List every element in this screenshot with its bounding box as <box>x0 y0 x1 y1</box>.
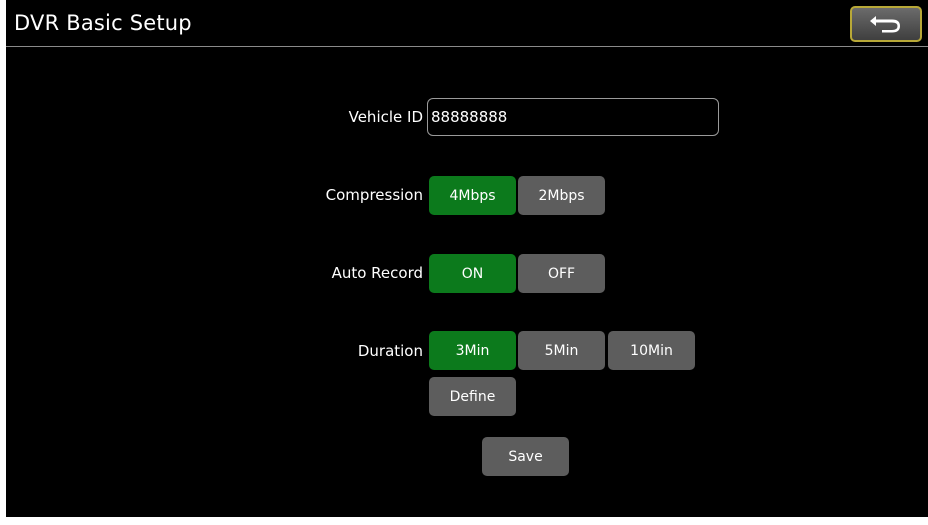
page-title: DVR Basic Setup <box>14 11 192 35</box>
duration-option-define[interactable]: Define <box>429 377 516 416</box>
duration-option-3min[interactable]: 3Min <box>429 331 516 370</box>
vehicle-id-input[interactable]: 88888888 <box>427 98 719 136</box>
compression-option-4mbps[interactable]: 4Mbps <box>429 176 516 215</box>
back-button[interactable] <box>850 6 922 42</box>
duration-label: Duration <box>357 342 423 360</box>
title-bar: DVR Basic Setup <box>6 0 928 47</box>
vehicle-id-label: Vehicle ID <box>348 108 423 126</box>
duration-option-10min[interactable]: 10Min <box>608 331 695 370</box>
dvr-setup-screen: DVR Basic Setup Vehicle ID 88888888 Comp… <box>6 0 928 517</box>
back-arrow-icon <box>870 16 900 33</box>
auto-record-option-off[interactable]: OFF <box>518 254 605 293</box>
auto-record-label: Auto Record <box>331 264 423 282</box>
save-button[interactable]: Save <box>482 437 569 476</box>
auto-record-option-on[interactable]: ON <box>429 254 516 293</box>
compression-option-2mbps[interactable]: 2Mbps <box>518 176 605 215</box>
compression-label: Compression <box>325 186 423 204</box>
duration-option-5min[interactable]: 5Min <box>518 331 605 370</box>
